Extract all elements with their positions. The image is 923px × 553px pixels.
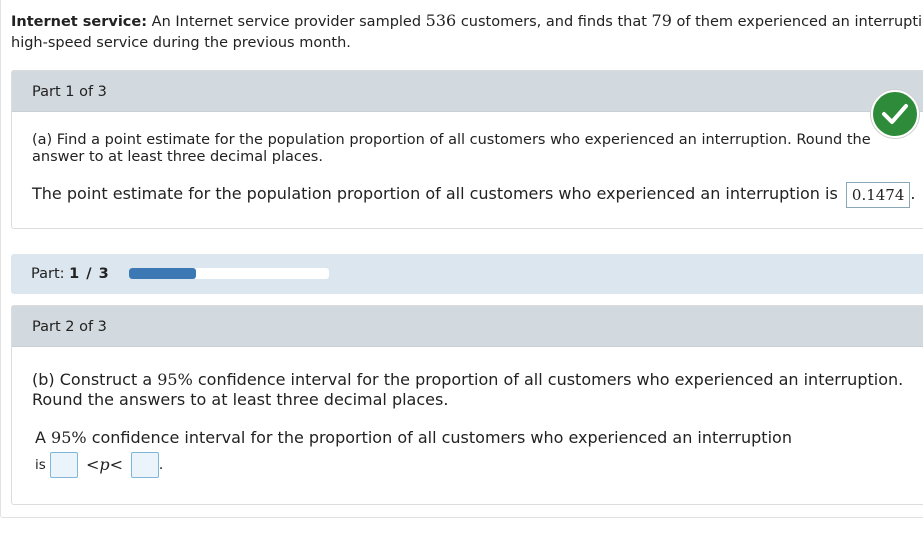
lower-bound-input[interactable] [50, 452, 79, 478]
less-than-2: < [109, 455, 124, 474]
part-1-answer-line: The point estimate for the population pr… [32, 181, 916, 208]
progress-label-text: Part: [31, 266, 65, 282]
part-2-answer-text: confidence interval for the proportion o… [91, 428, 792, 447]
part-1-header[interactable]: Part 1 of 3 [12, 71, 923, 112]
progress-strip: Part: 1 / 3 [11, 254, 923, 294]
part-2-question: (b) Construct a 95% confidence interval … [32, 370, 912, 410]
correct-check-icon [871, 90, 919, 138]
part-2-header[interactable]: Part 2 of 3 [12, 306, 923, 347]
point-estimate-answer-box: 0.1474 [845, 181, 911, 208]
part-2-interval-line: is <p< . [35, 452, 163, 478]
intro-text-2: customers, and finds that [460, 14, 647, 30]
progress-value: 1 / 3 [69, 266, 110, 282]
less-than-1: < [86, 455, 100, 474]
part-2-answer-a: A [35, 428, 46, 447]
part-1-question: (a) Find a point estimate for the popula… [32, 132, 871, 165]
part-2-answer-line: A 95% confidence interval for the propor… [35, 428, 792, 448]
part-1-answer-prefix: The point estimate for the population pr… [32, 184, 838, 203]
part-2-period: . [158, 457, 164, 473]
part-1-panel: Part 1 of 3 (a) Find a point estimate fo… [11, 70, 923, 229]
variable-p: p [99, 455, 110, 474]
sample-size: 536 [425, 11, 457, 30]
progress-bar-fill [129, 268, 196, 279]
upper-bound-input[interactable] [130, 452, 159, 478]
part-2-panel: Part 2 of 3 (b) Construct a 95% confiden… [11, 305, 923, 505]
part-2-answer-confidence: 95% [51, 428, 87, 447]
progress-bar [129, 268, 329, 279]
part-2-answer-is: is [35, 457, 46, 473]
intro-text-1: An Internet service provider sampled [151, 14, 422, 30]
problem-label: Internet service: [11, 14, 148, 30]
progress-label: Part: 1 / 3 [31, 254, 110, 294]
intro-text-4: high-speed service during the previous m… [11, 35, 351, 51]
part-2-question-prefix: (b) Construct a [32, 370, 153, 389]
interruption-count: 79 [651, 11, 672, 30]
part-2-confidence-level: 95% [157, 370, 193, 389]
inequality-expression: <p< [86, 455, 123, 474]
check-icon [882, 104, 908, 124]
page: Internet service: An Internet service pr… [0, 0, 923, 553]
problem-statement: Internet service: An Internet service pr… [11, 10, 923, 54]
part-1-answer-period: . [910, 184, 916, 203]
intro-text-3: of them experienced an interruption in [676, 14, 923, 30]
